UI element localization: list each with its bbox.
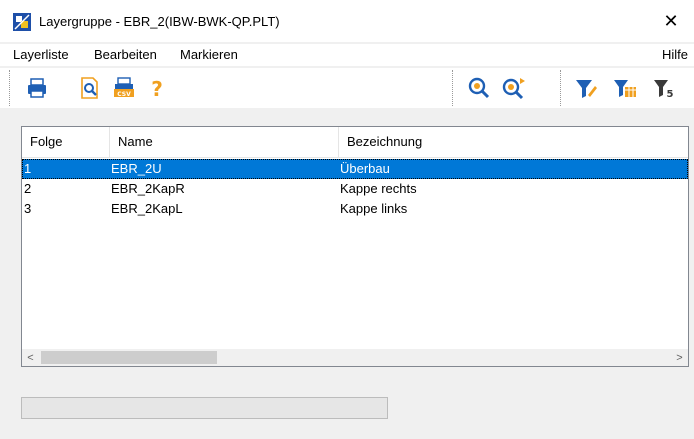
zoom-button[interactable] <box>466 75 492 101</box>
filter-edit-button[interactable] <box>573 75 599 101</box>
zoom-next-button[interactable] <box>501 75 527 101</box>
toolbar-separator <box>452 70 453 106</box>
title-bar: Layergruppe - EBR_2(IBW-BWK-QP.PLT) ✕ <box>0 0 694 42</box>
printer-icon <box>28 78 46 98</box>
svg-text:CSV: CSV <box>117 91 131 98</box>
cell-folge: 3 <box>24 201 32 216</box>
csv-export-button[interactable]: CSV <box>111 75 137 101</box>
close-button[interactable]: ✕ <box>648 0 694 42</box>
menu-bearbeiten[interactable]: Bearbeiten <box>94 47 157 62</box>
csv-export-icon: CSV <box>114 77 134 98</box>
print-button[interactable] <box>24 75 50 101</box>
help-button[interactable]: ? <box>144 75 170 101</box>
table-row[interactable]: 1 EBR_2U Überbau <box>22 159 688 179</box>
cell-folge: 1 <box>24 161 32 176</box>
print-preview-button[interactable] <box>77 75 103 101</box>
filter-table-button[interactable] <box>612 75 638 101</box>
cell-name: EBR_2KapL <box>111 201 183 216</box>
filter-reset-icon: 5 <box>654 80 674 100</box>
app-icon <box>13 13 31 31</box>
toolbar-separator <box>9 70 10 106</box>
scroll-left-button[interactable]: < <box>22 349 39 366</box>
zoom-next-icon <box>502 78 525 100</box>
column-header-name[interactable]: Name <box>110 127 339 157</box>
column-header-bezeichnung[interactable]: Bezeichnung <box>339 127 688 157</box>
cell-folge: 2 <box>24 181 32 196</box>
cell-bezeichnung: Überbau <box>340 161 390 176</box>
column-header-folge[interactable]: Folge <box>22 127 110 157</box>
menu-markieren[interactable]: Markieren <box>180 47 238 62</box>
menu-hilfe[interactable]: Hilfe <box>662 47 688 62</box>
print-preview-icon <box>81 77 98 99</box>
progress-bar <box>21 397 388 419</box>
cell-name: EBR_2KapR <box>111 181 185 196</box>
menu-bar: Layerliste Bearbeiten Markieren Hilfe <box>0 44 694 66</box>
cell-bezeichnung: Kappe rechts <box>340 181 417 196</box>
window-title: Layergruppe - EBR_2(IBW-BWK-QP.PLT) <box>39 14 280 29</box>
list-header: Folge Name Bezeichnung <box>22 127 688 158</box>
filter-edit-icon <box>576 80 597 98</box>
toolbar: CSV ? 5 <box>0 68 694 108</box>
table-row[interactable]: 3 EBR_2KapL Kappe links <box>22 199 688 219</box>
toolbar-separator <box>560 70 561 106</box>
cell-bezeichnung: Kappe links <box>340 201 408 216</box>
svg-text:5: 5 <box>667 89 674 100</box>
horizontal-scrollbar[interactable]: < > <box>22 349 688 366</box>
zoom-icon <box>468 77 490 99</box>
scroll-right-button[interactable]: > <box>671 349 688 366</box>
help-icon: ? <box>151 77 163 101</box>
scroll-thumb[interactable] <box>41 351 217 364</box>
filter-table-icon <box>614 80 636 97</box>
svg-text:?: ? <box>151 77 163 101</box>
menu-layerliste[interactable]: Layerliste <box>13 47 69 62</box>
filter-reset-button[interactable]: 5 <box>652 75 678 101</box>
cell-name: EBR_2U <box>111 161 162 176</box>
table-row[interactable]: 2 EBR_2KapR Kappe rechts <box>22 179 688 199</box>
layer-list[interactable]: Folge Name Bezeichnung 1 EBR_2U Überbau … <box>21 126 689 367</box>
